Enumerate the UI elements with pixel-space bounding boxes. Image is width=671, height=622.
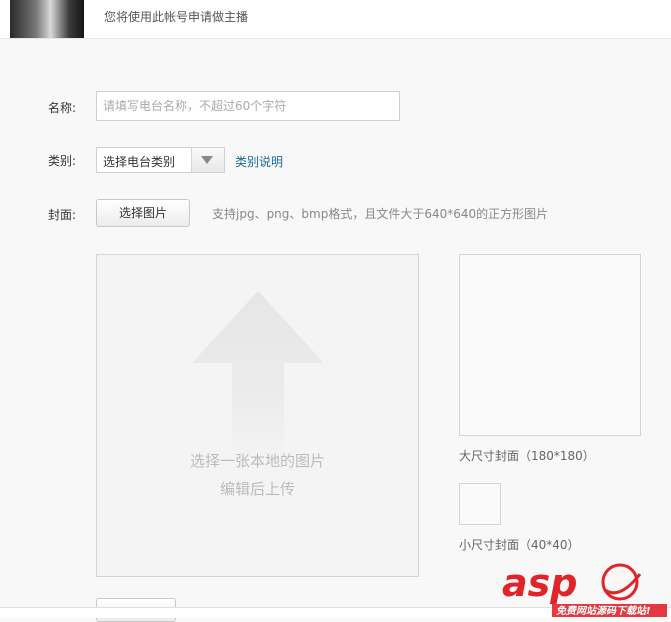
dropdown-toggle[interactable] — [191, 148, 224, 172]
small-cover-label: 小尺寸封面（40*40） — [459, 538, 580, 552]
category-label: 类别: — [48, 154, 77, 168]
name-label: 名称: — [48, 101, 77, 115]
cover-format-hint: 支持jpg、png、bmp格式，且文件大于640*640的正方形图片 — [212, 207, 549, 221]
station-name-input[interactable] — [96, 91, 400, 121]
watermark-logo: asp 免费网站源码下载站! — [500, 560, 671, 620]
cover-label: 封面: — [48, 208, 77, 222]
category-select[interactable]: 选择电台类别 — [96, 147, 225, 173]
upload-arrow-icon — [192, 291, 324, 461]
category-help-link[interactable]: 类别说明 — [235, 153, 283, 170]
watermark-text: asp — [502, 561, 577, 605]
large-cover-preview — [459, 254, 641, 436]
category-selected-value: 选择电台类别 — [103, 155, 176, 169]
apply-notice: 您将使用此帐号申请做主播 — [104, 10, 249, 24]
watermark-subtext: 免费网站源码下载站! — [556, 605, 651, 617]
choose-image-button[interactable]: 选择图片 — [96, 199, 190, 227]
upload-prompt-line1: 选择一张本地的图片 — [189, 452, 325, 470]
user-avatar[interactable] — [10, 0, 84, 38]
upload-prompt-line2: 编辑后上传 — [219, 480, 295, 498]
small-cover-preview — [459, 483, 501, 525]
chevron-down-icon — [201, 156, 213, 164]
top-bar: 您将使用此帐号申请做主播 — [0, 0, 671, 39]
image-upload-area[interactable]: 选择一张本地的图片 编辑后上传 — [96, 254, 419, 577]
large-cover-label: 大尺寸封面（180*180） — [459, 449, 595, 463]
